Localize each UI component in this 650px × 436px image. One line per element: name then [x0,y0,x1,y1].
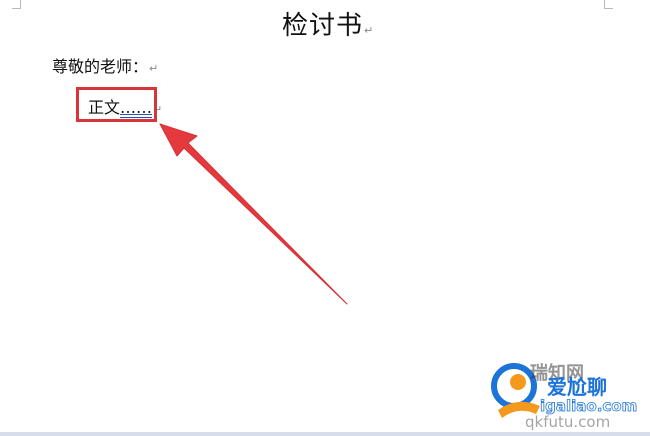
title-text: 检讨书 [282,11,364,41]
document-page: 检讨书↵ 尊敬的老师：↵ 正文……↵ 瑞知网 爱尬聊 igaliao.com q… [0,0,650,436]
logo-dot-icon [510,374,526,390]
margin-corner-top-left [12,0,21,9]
salutation-text: 尊敬的老师： [52,57,149,76]
document-title[interactable]: 检讨书↵ [282,8,374,49]
window-bottom-edge [0,432,650,436]
paragraph-mark-icon: ↵ [364,24,375,37]
arrow-icon [159,123,348,305]
salutation-line[interactable]: 尊敬的老师：↵ [52,56,158,80]
watermark-brand: 爱尬聊 [547,375,607,399]
watermark-domain-secondary: qkfutu.com [525,413,611,431]
highlight-box [76,87,157,122]
paragraph-mark-icon: ↵ [149,62,159,75]
margin-corner-top-right [604,0,613,9]
